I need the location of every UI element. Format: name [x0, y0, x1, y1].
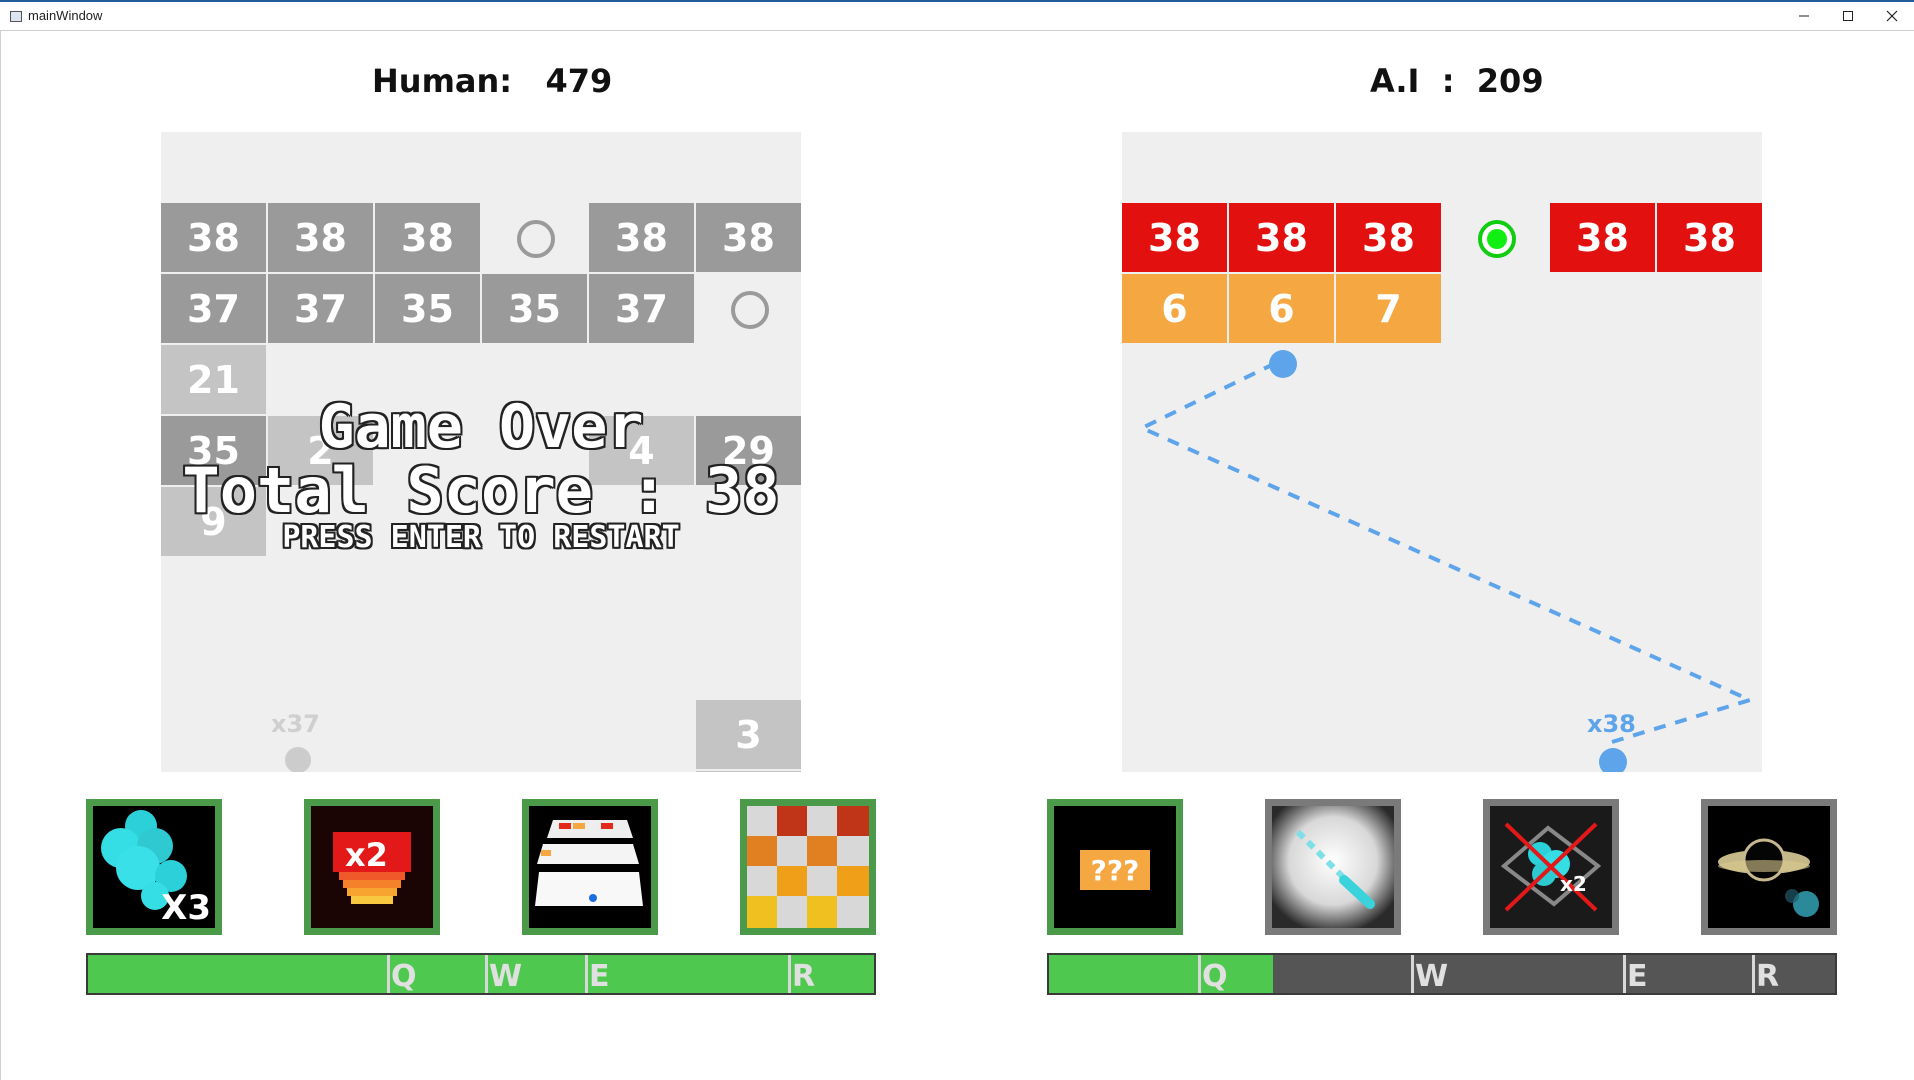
human-brick: 3 [696, 700, 801, 769]
app-icon [10, 11, 22, 22]
ai-energy-threshold [1623, 955, 1626, 993]
powerup-no-double: x2 [1483, 799, 1619, 935]
ai-extra-ball-pickup [1477, 219, 1516, 258]
human-extra-ball-pickup [730, 290, 769, 329]
human-extra-ball-pickup [516, 219, 555, 258]
ai-brick: 38 [1229, 203, 1334, 272]
checker-board-icon [747, 806, 869, 928]
ai-energy-threshold [1198, 955, 1201, 993]
mystery-block-label: ??? [1090, 853, 1140, 887]
laser-beam-icon [1272, 806, 1394, 928]
minimize-button[interactable] [1782, 2, 1826, 30]
human-brick: 37 [268, 274, 373, 343]
ai-brick: 7 [1336, 274, 1441, 343]
human-brick: 5 [696, 771, 801, 772]
titlebar-divider [0, 30, 1914, 31]
powerup-mystery-block: ??? [1047, 799, 1183, 935]
total-score-text: Total Score : 38 [182, 454, 780, 527]
black-hole-icon [1708, 806, 1830, 928]
human-hotkey-q: Q [391, 959, 417, 994]
human-brick: 38 [696, 203, 801, 272]
human-ball [285, 747, 311, 772]
ai-hotkey-e: E [1627, 959, 1648, 994]
maximize-icon [1843, 11, 1853, 21]
human-ball-count: x37 [271, 710, 320, 738]
human-brick: 35 [375, 274, 480, 343]
human-energy-threshold [387, 955, 390, 993]
human-brick: 38 [375, 203, 480, 272]
ai-energy-bar: QWER [1047, 953, 1837, 995]
powerup-triple-ball[interactable]: X3 [86, 799, 222, 935]
ai-hotkey-w: W [1415, 959, 1449, 994]
window-border [0, 30, 1, 1080]
human-brick: 38 [589, 203, 694, 272]
human-brick: 37 [161, 274, 266, 343]
ai-ball-in-flight [1269, 350, 1297, 378]
ai-brick: 38 [1122, 203, 1227, 272]
powerup-board-preview[interactable] [522, 799, 658, 935]
close-button[interactable] [1870, 2, 1914, 30]
restart-prompt: PRESS ENTER TO RESTART [282, 520, 680, 555]
ai-brick: 38 [1550, 203, 1655, 272]
human-hotkey-e: E [589, 959, 610, 994]
powerup-laser-beam [1265, 799, 1401, 935]
ai-hotkey-q: Q [1202, 959, 1228, 994]
powerup-double-damage[interactable]: x2 [304, 799, 440, 935]
powerup-checker-board[interactable] [740, 799, 876, 935]
powerup-black-hole [1701, 799, 1837, 935]
no-double-icon [1490, 806, 1612, 928]
human-energy-threshold [788, 955, 791, 993]
human-energy-bar: QWER [86, 953, 876, 995]
triple-ball-label: X3 [161, 888, 211, 928]
ai-energy-threshold [1411, 955, 1414, 993]
human-brick: 37 [589, 274, 694, 343]
ai-ball-count: x38 [1587, 710, 1636, 738]
human-energy-threshold [485, 955, 488, 993]
ai-energy-threshold [1752, 955, 1755, 993]
human-energy-fill [88, 955, 874, 993]
board-preview-icon [529, 806, 651, 928]
human-game-board[interactable]: x37 3838383838373735353721352429935Game … [161, 132, 801, 772]
ai-brick: 38 [1657, 203, 1762, 272]
human-hotkey-w: W [489, 959, 523, 994]
ai-game-board: x38 38 38 38 38 38 6 6 7 [1122, 132, 1762, 772]
ai-brick: 6 [1229, 274, 1334, 343]
human-energy-threshold [585, 955, 588, 993]
human-score: Human: 479 [372, 62, 612, 100]
human-score-value: 479 [545, 62, 613, 100]
ai-score: A.I : 209 [1370, 62, 1544, 100]
ai-ball [1599, 748, 1627, 772]
game-over-text: Game Over [318, 392, 644, 462]
ai-hotkey-r: R [1756, 959, 1780, 994]
double-damage-label: x2 [345, 836, 388, 874]
human-brick: 38 [268, 203, 373, 272]
window-title: mainWindow [28, 8, 103, 23]
ai-energy-fill [1049, 955, 1273, 993]
human-score-label: Human: [372, 62, 513, 100]
no-double-label: x2 [1560, 872, 1587, 896]
maximize-button[interactable] [1826, 2, 1870, 30]
close-icon [1886, 10, 1898, 22]
ai-brick: 38 [1336, 203, 1441, 272]
human-brick: 38 [161, 203, 266, 272]
title-bar: mainWindow [0, 0, 1914, 30]
minimize-icon [1799, 15, 1809, 17]
human-brick: 35 [482, 274, 587, 343]
ai-score-value: 209 [1476, 62, 1544, 100]
ai-score-label: A.I : [1370, 62, 1455, 100]
ai-brick: 6 [1122, 274, 1227, 343]
human-hotkey-r: R [792, 959, 816, 994]
